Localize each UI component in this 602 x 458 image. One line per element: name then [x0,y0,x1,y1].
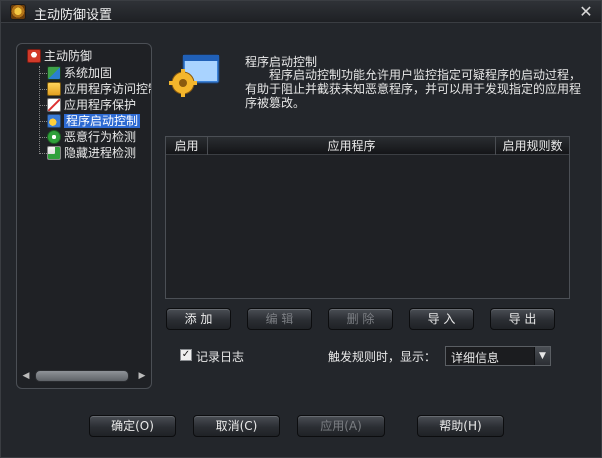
display-mode-value: 详细信息 [451,351,500,365]
app-protection-icon [47,98,61,112]
title-bar: 主动防御设置 ✕ [1,1,601,23]
tree-item-malicious-behavior[interactable]: 恶意行为检测 [47,129,136,145]
program-rules-table[interactable]: 启用 应用程序 启用规则数 [165,136,570,299]
program-launch-control-icon [47,114,61,128]
close-icon[interactable]: ✕ [577,3,595,21]
window-title: 主动防御设置 [34,8,113,23]
app-logo-icon [10,4,26,20]
export-button[interactable]: 导 出 [490,308,555,330]
tree-root[interactable]: 主动防御 [27,48,92,64]
system-hardening-icon [47,66,61,80]
tree-connector [39,121,47,122]
tree-item-label: 隐藏进程检测 [64,146,137,160]
navigation-tree: 主动防御 系统加固 应用程序访问控制 应用程序保护 程序启动控制 恶意行为检测 [17,44,151,360]
tree-item-app-access-control[interactable]: 应用程序访问控制 [47,81,151,97]
log-checkbox-label[interactable]: 记录日志 [196,348,244,365]
scroll-left-icon[interactable]: ◀ [21,370,31,382]
tree-item-system-hardening[interactable]: 系统加固 [47,65,112,81]
trigger-display-label: 触发规则时，显示： [328,350,437,364]
tree-item-label: 恶意行为检测 [64,130,137,144]
column-header-enabled[interactable]: 启用 [166,137,208,155]
scrollbar-thumb[interactable] [35,370,129,382]
tree-item-program-launch-control[interactable]: 程序启动控制 [47,113,141,129]
ok-button[interactable]: 确定(O) [89,415,176,437]
malicious-behavior-icon [47,130,61,144]
tree-item-label: 应用程序访问控制 [64,82,151,96]
hidden-process-icon [47,146,61,160]
tree-connector [39,89,47,90]
tree-item-label: 应用程序保护 [64,98,137,112]
chevron-down-icon[interactable]: ▼ [534,347,550,365]
tree-item-label: 系统加固 [64,66,113,80]
shield-icon [27,49,41,63]
log-checkbox[interactable]: ✓ [180,349,192,361]
tree-connector [39,73,47,74]
help-button[interactable]: 帮助(H) [417,415,504,437]
app-access-control-icon [47,82,61,96]
scroll-right-icon[interactable]: ▶ [137,370,147,382]
tree-item-app-protection[interactable]: 应用程序保护 [47,97,136,113]
tree-horizontal-scrollbar[interactable]: ◀ ▶ [21,368,147,384]
table-header: 启用 应用程序 启用规则数 [166,137,569,155]
settings-window: 主动防御设置 ✕ 主动防御 系统加固 应用程序访问控制 应用程序保护 程序启动控… [0,0,602,458]
column-header-application[interactable]: 应用程序 [208,137,496,155]
tree-item-hidden-process[interactable]: 隐藏进程检测 [47,145,136,161]
tree-connector [39,153,47,154]
apply-button[interactable]: 应用(A) [297,415,385,437]
import-button[interactable]: 导 入 [409,308,474,330]
tree-connector [39,137,47,138]
program-launch-control-icon [169,51,223,99]
display-mode-select[interactable]: 详细信息 ▼ [445,346,551,366]
tree-item-label: 程序启动控制 [64,114,141,128]
section-description: 程序启动控制功能允许用户监控指定可疑程序的启动过程，有助于阻止并截获未知恶意程序… [245,68,582,110]
delete-button[interactable]: 删 除 [328,308,393,330]
cancel-button[interactable]: 取消(C) [193,415,280,437]
edit-button[interactable]: 编 辑 [247,308,312,330]
column-header-rule-count[interactable]: 启用规则数 [496,137,569,155]
navigation-tree-panel: 主动防御 系统加固 应用程序访问控制 应用程序保护 程序启动控制 恶意行为检测 [16,43,152,389]
add-button[interactable]: 添 加 [166,308,231,330]
tree-root-label: 主动防御 [44,49,93,63]
tree-connector [39,105,47,106]
